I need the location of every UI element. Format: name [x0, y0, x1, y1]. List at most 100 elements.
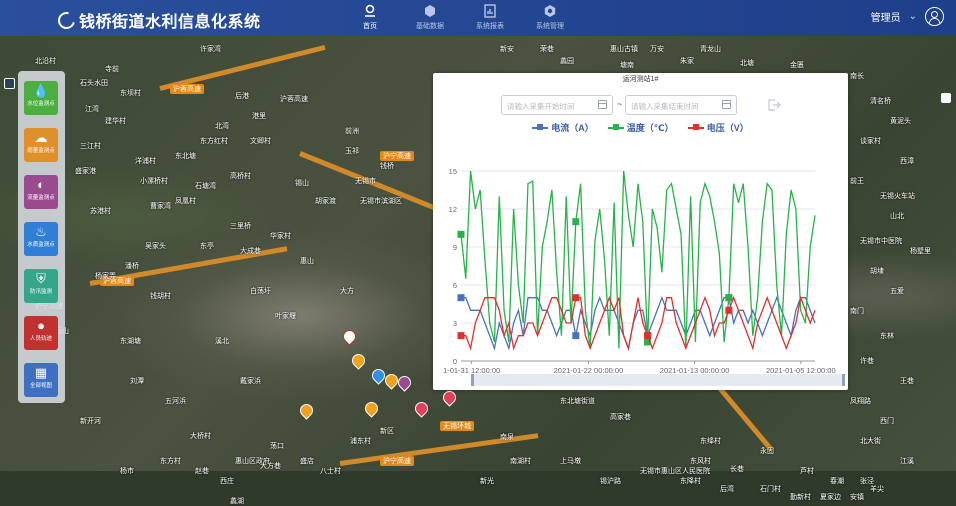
map-place-label: 东坝村: [120, 90, 141, 97]
start-time-placeholder: 请输入采集开始时间: [507, 102, 575, 111]
highway-label: 沪蓉高速: [170, 84, 204, 94]
map-place-label: 无锡市中医院: [860, 238, 902, 245]
map-place-label: 建华村: [105, 118, 126, 125]
station-pin-icon[interactable]: [440, 388, 459, 407]
map-place-label: 叶家堰: [275, 313, 296, 320]
map-place-label: 惠山古镇: [610, 46, 638, 53]
map-zoom-control-icon[interactable]: [4, 78, 15, 89]
y-tick-label: 12: [449, 205, 457, 214]
map-place-label: 东绛村: [700, 438, 721, 445]
sidebar-item-water-quality[interactable]: ♨ 水质监测点: [24, 222, 58, 256]
x-tick-label: 2021-01-22 00:00:00: [554, 366, 624, 374]
map-place-label: 大成巷: [240, 248, 261, 255]
map-place-label: 小漯桥村: [140, 178, 168, 185]
legend-item-voltage[interactable]: 电压（V）: [687, 121, 749, 134]
nav-home[interactable]: 首页: [340, 3, 400, 31]
map-place-label: 蠡湖: [230, 498, 244, 505]
map-place-label: 东降村: [680, 478, 701, 485]
station-pin-icon[interactable]: [297, 401, 316, 420]
map-place-label: 后港: [235, 93, 249, 100]
map-place-label: 苏港村: [90, 208, 111, 215]
map-layer-control-icon[interactable]: [941, 93, 951, 103]
legend-item-current[interactable]: 电流（A）: [532, 121, 594, 134]
calendar-icon[interactable]: [722, 100, 731, 109]
map-place-label: 港里: [252, 113, 266, 120]
range-separator: ~: [617, 99, 623, 109]
sidebar-item-water-level[interactable]: 💧 水位监测点: [24, 81, 58, 115]
avatar-icon[interactable]: [925, 7, 944, 26]
station-pin-icon[interactable]: [395, 373, 414, 392]
map-place-label: 锡沪路: [600, 478, 621, 485]
map-place-label: 华家村: [270, 233, 291, 240]
map-place-label: 寺前: [105, 66, 119, 73]
sidebar-item-label: 全部视图: [29, 383, 52, 389]
slider-handle-right[interactable]: [842, 374, 845, 386]
nav-reports[interactable]: 系统报表: [460, 3, 520, 31]
nav-basic-data[interactable]: 基础数据: [400, 3, 460, 31]
map-place-label: 东亭: [200, 243, 214, 250]
series-point-marker: [457, 332, 465, 340]
map-place-label: 盛店: [300, 458, 314, 465]
hospital-marker-icon[interactable]: [340, 327, 359, 346]
sidebar-item-label: 水质监测点: [27, 242, 55, 248]
map-place-label: 新安: [500, 46, 514, 53]
user-name: 管理员: [870, 13, 901, 24]
export-icon[interactable]: [766, 97, 782, 113]
map-place-label: 钱胡村: [150, 293, 171, 300]
y-tick-label: 0: [453, 357, 457, 366]
sidebar-item-label: 人员轨迹: [29, 336, 52, 342]
map-place-label: 洋浦村: [135, 158, 156, 165]
calendar-icon[interactable]: [598, 100, 607, 109]
map-place-label: 杨墅里: [910, 248, 931, 255]
sidebar-item-label: 雨量监测点: [27, 148, 55, 154]
map-place-label: 王巷: [900, 378, 914, 385]
flow-gauge-icon: ◐: [37, 177, 45, 192]
line-chart: 0 3 6 9 12 15 1-01-31 12:00:00 2021-01-22 00:00…: [443, 167, 836, 374]
map-place-label: 许家湾: [200, 46, 221, 53]
home-pin-icon: [365, 4, 375, 17]
map-place-label: 新开河: [80, 418, 101, 425]
map-place-label: 前王: [850, 178, 864, 185]
map-place-label: 三江村: [80, 143, 101, 150]
series-point-marker: [572, 332, 580, 340]
map-place-label: 刘潭: [130, 378, 144, 385]
map-place-label: 钱桥: [380, 163, 394, 170]
legend-item-temperature[interactable]: 温度（℃）: [607, 121, 674, 134]
map-place-label: 羊尖: [870, 486, 884, 493]
sidebar-item-label: 流量监测点: [27, 195, 55, 201]
map-place-label: 东方红村: [200, 138, 228, 145]
map-place-label: 曹家湾: [150, 203, 171, 210]
sidebar-item-flood-control[interactable]: ⛨ 防汛监测: [24, 269, 58, 303]
slider-handle-left[interactable]: [471, 374, 474, 386]
x-tick-label: 1-01-31 12:00:00: [443, 366, 500, 374]
map-place-label: 塘南: [620, 62, 634, 69]
user-menu[interactable]: 管理员 ⌄: [871, 7, 944, 26]
station-pin-icon[interactable]: [412, 399, 431, 418]
station-pin-icon[interactable]: [362, 399, 381, 418]
series-point-marker: [572, 218, 580, 226]
sidebar-item-person-track[interactable]: ● 人员轨迹: [24, 316, 58, 350]
start-time-input[interactable]: 请输入采集开始时间: [501, 95, 613, 115]
map-place-label: 无锡市惠山区人民医院: [640, 468, 710, 475]
nav-settings[interactable]: 系统管理: [520, 3, 580, 31]
sidebar-item-rainfall[interactable]: ☁ 雨量监测点: [24, 128, 58, 162]
map-place-label: 大方巷: [260, 463, 281, 470]
sidebar-item-label: 水位监测点: [27, 101, 55, 107]
map-place-label: 东北塘街道: [560, 398, 595, 405]
end-time-input[interactable]: 请输入采集结束时间: [625, 95, 737, 115]
legend-label: 电流（A）: [551, 123, 594, 133]
nav-reports-label: 系统报表: [476, 23, 504, 30]
station-pin-icon[interactable]: [349, 351, 368, 370]
map-place-label: 杨市: [120, 468, 134, 475]
map-place-label: 浦东村: [350, 438, 371, 445]
top-navigation-bar: 钱桥街道水利信息化系统 首页 基础数据 系统报表 系统管理 管理员 ⌄: [0, 0, 956, 36]
map-place-label: 长巷: [730, 466, 744, 473]
map-place-label: 白荡圩: [250, 288, 271, 295]
end-time-placeholder: 请输入采集结束时间: [631, 102, 699, 111]
sidebar-item-all-view[interactable]: ▦ 全部视图: [24, 363, 58, 397]
data-zoom-slider[interactable]: [471, 374, 845, 386]
map-place-label: 前洲: [345, 128, 359, 135]
sidebar-item-flow[interactable]: ◐ 流量监测点: [24, 175, 58, 209]
logo-ring-icon: [54, 8, 79, 32]
chevron-down-icon[interactable]: ⌄: [909, 11, 917, 22]
